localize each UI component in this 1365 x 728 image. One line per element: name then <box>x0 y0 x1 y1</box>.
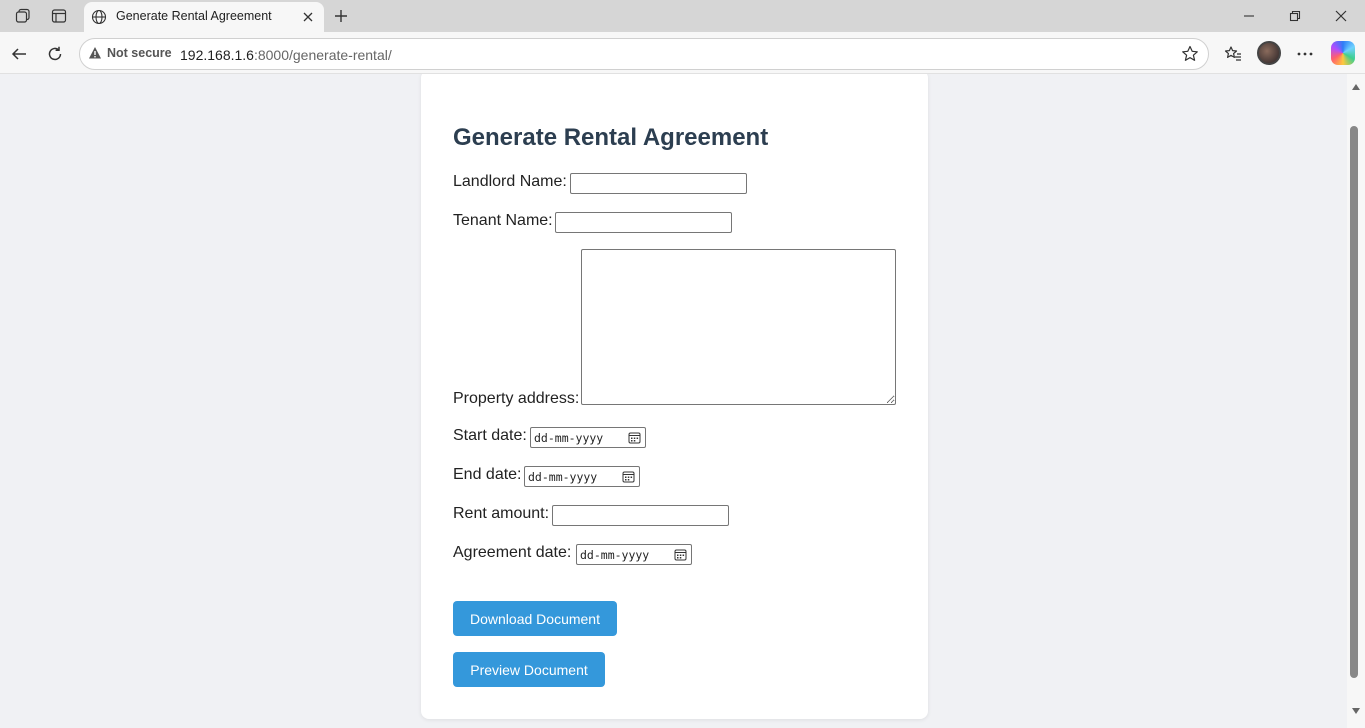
refresh-icon[interactable] <box>43 42 67 66</box>
preview-document-button[interactable]: Preview Document <box>453 652 605 687</box>
vertical-scrollbar[interactable] <box>1347 74 1365 728</box>
profile-avatar[interactable] <box>1257 41 1281 65</box>
favorite-star-icon[interactable] <box>1180 44 1200 64</box>
vertical-tabs-icon[interactable] <box>48 5 70 27</box>
property-address-textarea[interactable] <box>581 249 896 405</box>
security-indicator[interactable]: Not secure <box>88 46 172 60</box>
url-host: 192.168.1.6 <box>180 47 254 63</box>
landlord-name-input[interactable] <box>570 173 747 194</box>
page-title: Generate Rental Agreement <box>453 124 769 151</box>
browser-toolbar: Not secure 192.168.1.6:8000/generate-ren… <box>0 32 1365 74</box>
calendar-icon[interactable] <box>674 548 687 561</box>
agreement-date-placeholder: dd-mm-yyyy <box>580 548 650 562</box>
start-date-input[interactable]: dd-mm-yyyy <box>530 427 646 448</box>
tenant-name-input[interactable] <box>555 212 732 233</box>
landlord-name-label: Landlord Name: <box>453 173 567 190</box>
minimize-icon[interactable] <box>1237 4 1261 28</box>
scroll-down-arrow-icon[interactable] <box>1351 706 1361 716</box>
start-date-placeholder: dd-mm-yyyy <box>534 431 604 445</box>
workspaces-icon[interactable] <box>12 5 34 27</box>
rent-amount-label: Rent amount: <box>453 505 550 522</box>
calendar-icon[interactable] <box>628 431 641 444</box>
form-card: Generate Rental Agreement Landlord Name:… <box>421 74 928 719</box>
favorites-icon[interactable] <box>1221 42 1245 66</box>
globe-icon <box>90 8 108 26</box>
scroll-up-arrow-icon[interactable] <box>1351 82 1361 92</box>
property-address-label: Property address: <box>453 390 580 407</box>
end-date-placeholder: dd-mm-yyyy <box>528 470 598 484</box>
end-date-input[interactable]: dd-mm-yyyy <box>524 466 640 487</box>
restore-icon[interactable] <box>1283 4 1307 28</box>
address-bar[interactable]: Not secure 192.168.1.6:8000/generate-ren… <box>79 38 1209 70</box>
close-window-icon[interactable] <box>1329 4 1353 28</box>
rent-amount-input[interactable] <box>552 505 729 526</box>
copilot-icon[interactable] <box>1331 41 1355 65</box>
agreement-date-label: Agreement date: <box>453 544 572 561</box>
new-tab-icon[interactable] <box>330 5 352 27</box>
download-document-button[interactable]: Download Document <box>453 601 617 636</box>
tab-strip: Generate Rental Agreement <box>0 0 1365 32</box>
tenant-name-label: Tenant Name: <box>453 212 553 229</box>
security-label: Not secure <box>107 46 172 60</box>
scrollbar-thumb[interactable] <box>1350 126 1358 678</box>
close-tab-icon[interactable] <box>298 7 318 27</box>
warning-icon <box>89 47 101 59</box>
start-date-label: Start date: <box>453 427 527 444</box>
calendar-icon[interactable] <box>622 470 635 483</box>
page-viewport: Generate Rental Agreement Landlord Name:… <box>0 74 1347 728</box>
agreement-date-input[interactable]: dd-mm-yyyy <box>576 544 692 565</box>
active-tab[interactable]: Generate Rental Agreement <box>84 2 324 32</box>
url-text: 192.168.1.6:8000/generate-rental/ <box>180 47 392 63</box>
tab-title: Generate Rental Agreement <box>116 9 272 23</box>
more-options-icon[interactable] <box>1293 42 1317 66</box>
end-date-label: End date: <box>453 466 522 483</box>
back-arrow-icon[interactable] <box>7 42 31 66</box>
url-path: :8000/generate-rental/ <box>253 47 392 63</box>
